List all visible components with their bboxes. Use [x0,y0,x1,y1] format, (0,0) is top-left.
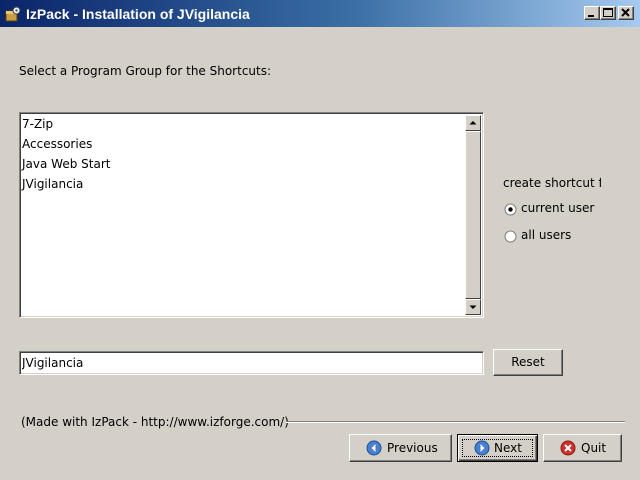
previous-button[interactable]: Previous [349,434,452,462]
minimize-icon [588,15,594,17]
list-item[interactable]: JVigilancia [22,174,83,194]
maximize-icon [603,8,613,17]
close-button[interactable] [618,6,634,20]
current-user-radio[interactable]: current user [504,201,624,219]
next-label: Next [494,441,522,455]
program-group-name-input[interactable] [19,351,484,375]
list-item[interactable]: 7-Zip [22,114,53,134]
scroll-thumb[interactable] [465,131,481,299]
quit-button[interactable]: Quit [543,434,622,462]
program-group-prompt: Select a Program Group for the Shortcuts… [19,64,272,78]
arrow-right-icon [474,440,490,456]
list-scrollbar[interactable] [465,115,481,315]
arrow-down-icon [469,305,477,309]
maximize-button[interactable] [600,6,616,20]
arrow-left-icon [366,440,382,456]
reset-label: Reset [511,355,545,369]
list-item[interactable]: Accessories [22,134,92,154]
list-item[interactable]: Java Web Start [22,154,110,174]
radio-unselected-icon [504,230,517,243]
all-users-radio[interactable]: all users [504,228,624,246]
current-user-label: current user [521,201,595,215]
quit-label: Quit [581,441,607,455]
scroll-up-button[interactable] [465,115,481,131]
close-circle-icon [560,440,576,456]
next-button[interactable]: Next [457,434,538,462]
reset-button[interactable]: Reset [493,349,563,376]
made-with-credit: (Made with IzPack - http://www.izforge.c… [21,415,289,429]
window-title: IzPack - Installation of JVigilancia [26,6,250,22]
footer-separator [286,421,625,423]
all-users-label: all users [521,228,572,242]
scroll-down-button[interactable] [465,299,481,315]
minimize-button[interactable] [584,6,600,20]
radio-selected-icon [504,203,517,216]
program-group-list[interactable]: 7-Zip Accessories Java Web Start JVigila… [19,112,484,318]
shortcut-target-label: create shortcut fo [503,176,601,190]
installer-icon [5,6,21,22]
close-icon [621,8,630,17]
arrow-up-icon [469,121,477,125]
previous-label: Previous [387,441,438,455]
title-bar[interactable]: IzPack - Installation of JVigilancia [0,0,640,27]
